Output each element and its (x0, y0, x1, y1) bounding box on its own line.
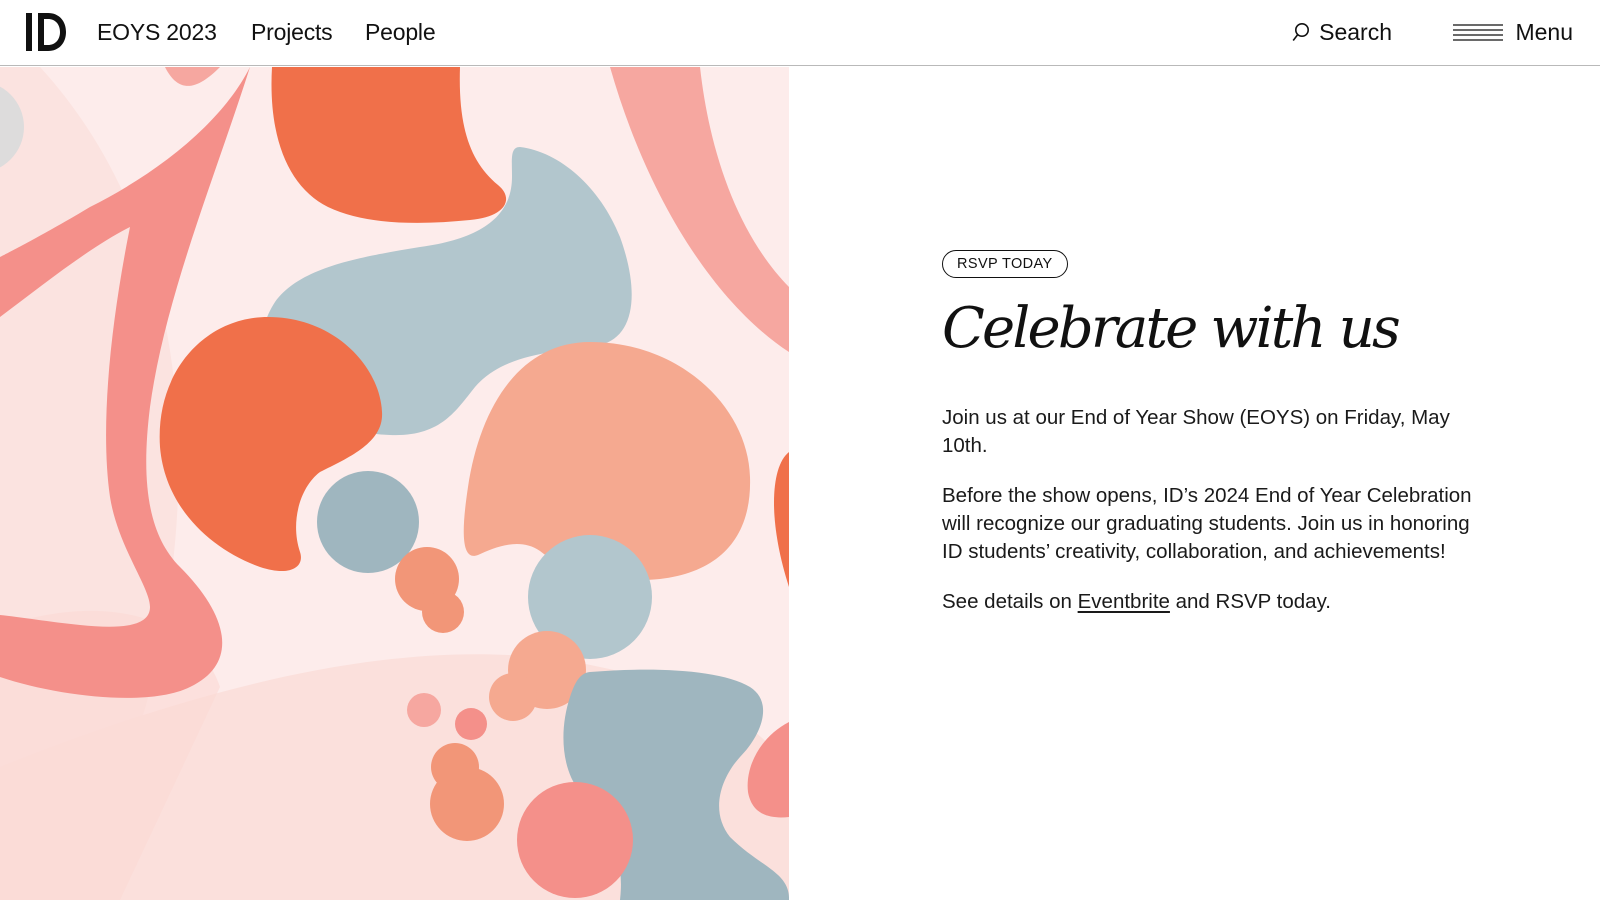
event-paragraph-celebration: Before the show opens, ID’s 2024 End of … (942, 484, 1472, 563)
details-text-before: See details on (942, 590, 1078, 613)
search-icon (1292, 23, 1310, 41)
nav-link-eoys-2023[interactable]: EOYS 2023 (97, 17, 217, 47)
event-content: RSVP TODAY Celebrate with us Join us at … (942, 250, 1482, 616)
search-button[interactable]: Search (1292, 17, 1392, 47)
abstract-blob-illustration-icon (0, 67, 789, 900)
hero-illustration (0, 67, 789, 900)
event-paragraph-details: See details on Eventbrite and RSVP today… (942, 588, 1482, 616)
details-text-after: and RSVP today. (1169, 590, 1332, 613)
nav-link-people[interactable]: People (365, 17, 436, 47)
hamburger-menu-icon (1453, 24, 1504, 41)
event-paragraph-date: Join us at our End of Year Show (EOYS) o… (942, 406, 1450, 457)
rsvp-badge: RSVP TODAY (942, 250, 1068, 278)
page-title: Celebrate with us (942, 296, 1401, 361)
id-logo[interactable] (26, 13, 66, 51)
id-logo-icon (26, 13, 66, 51)
nav-link-projects[interactable]: Projects (251, 17, 333, 47)
eventbrite-link[interactable]: Eventbrite (1078, 590, 1170, 613)
search-label: Search (1319, 18, 1392, 45)
site-header: EOYS 2023 Projects People Search Menu (0, 0, 1600, 66)
menu-label: Menu (1515, 18, 1573, 45)
menu-button[interactable]: Menu (1453, 17, 1573, 47)
